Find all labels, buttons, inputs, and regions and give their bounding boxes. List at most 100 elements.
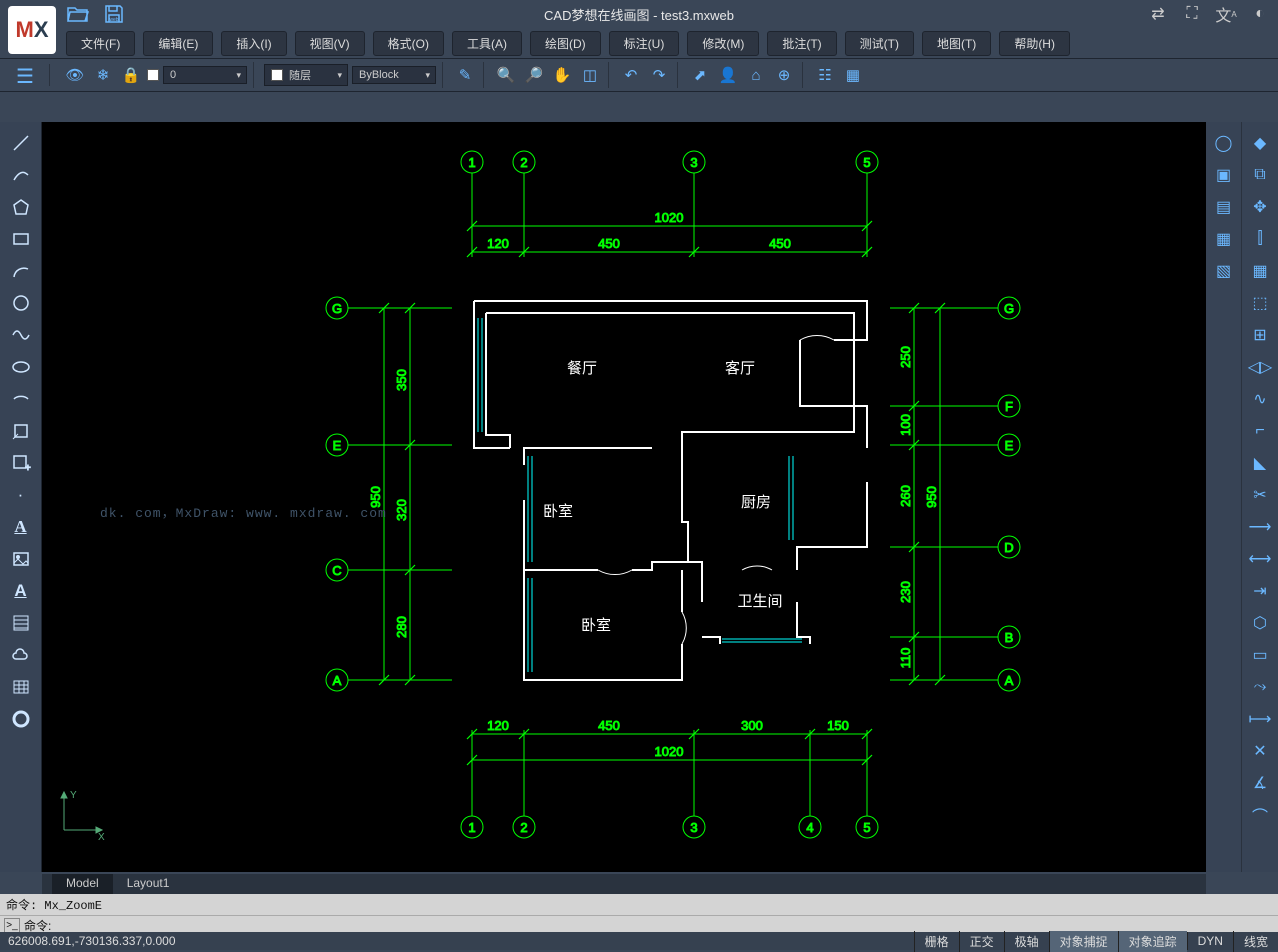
zoom-out-icon[interactable]: 🔎 xyxy=(522,63,546,87)
chamfer-icon[interactable]: ◣ xyxy=(1245,448,1275,478)
circle-icon[interactable] xyxy=(5,288,37,318)
svg-text:300: 300 xyxy=(741,718,763,733)
fullscreen-icon[interactable]: ⛶ xyxy=(1182,4,1202,24)
donut-icon[interactable] xyxy=(5,704,37,734)
layer-zero-select[interactable]: 0 xyxy=(163,66,247,84)
tab-layout1[interactable]: Layout1 xyxy=(113,874,184,894)
block-icon[interactable] xyxy=(5,416,37,446)
menu-edit[interactable]: 编辑(E) xyxy=(143,31,213,56)
menu-file[interactable]: 文件(F) xyxy=(66,31,135,56)
drawing-canvas[interactable]: dk. com，MxDraw: www. mxdraw. com YX 1 2 … xyxy=(42,122,1206,872)
move-icon[interactable]: ✥ xyxy=(1245,192,1275,222)
extend-icon[interactable]: ⟶ xyxy=(1245,512,1275,542)
copy-icon[interactable]: ⧉ xyxy=(1245,160,1275,190)
erase-icon[interactable]: ◆ xyxy=(1245,128,1275,158)
fillet-icon[interactable]: ⌐ xyxy=(1245,416,1275,446)
undo-icon[interactable]: ↶ xyxy=(619,63,643,87)
cloud-icon[interactable] xyxy=(5,640,37,670)
status-grid[interactable]: 栅格 xyxy=(914,931,959,952)
point-icon[interactable]: · xyxy=(5,480,37,510)
offset-icon[interactable]: ⫿ xyxy=(1245,224,1275,254)
menu-insert[interactable]: 插入(I) xyxy=(221,31,286,56)
status-lwt[interactable]: 线宽 xyxy=(1233,931,1278,952)
status-polar[interactable]: 极轴 xyxy=(1004,931,1049,952)
menu-view[interactable]: 视图(V) xyxy=(295,31,365,56)
circle2-icon[interactable]: ◯ xyxy=(1209,128,1239,158)
ellipse-icon[interactable] xyxy=(5,352,37,382)
status-dyn[interactable]: DYN xyxy=(1187,932,1233,950)
table-icon[interactable] xyxy=(5,672,37,702)
arc2-icon[interactable] xyxy=(5,256,37,286)
layers-icon[interactable]: ☰ xyxy=(16,64,42,90)
order1-icon[interactable]: ▦ xyxy=(1209,224,1239,254)
order2-icon[interactable]: ▧ xyxy=(1209,256,1239,286)
join-icon[interactable]: ⟼ xyxy=(1245,704,1275,734)
theme-icon[interactable]: ◐ xyxy=(1250,4,1270,24)
svg-text:餐厅: 餐厅 xyxy=(567,360,597,377)
spline-icon[interactable] xyxy=(5,320,37,350)
extents-icon[interactable]: ⬈ xyxy=(688,63,712,87)
cube-icon[interactable]: ⬡ xyxy=(1245,608,1275,638)
image-icon[interactable]: ▦ xyxy=(841,63,865,87)
lang-icon[interactable]: 文A xyxy=(1216,4,1236,24)
array-icon[interactable]: ▦ xyxy=(1245,256,1275,286)
align-icon[interactable]: ⌒ xyxy=(1245,800,1275,830)
database-icon[interactable]: ☷ xyxy=(813,63,837,87)
linetype-select[interactable]: ByBlock xyxy=(352,66,436,84)
status-osnap[interactable]: 对象捕捉 xyxy=(1049,931,1118,952)
swap-icon[interactable]: ⇄ xyxy=(1148,4,1168,24)
layer-color-swatch[interactable] xyxy=(147,69,159,81)
selwin-icon[interactable]: ⬚ xyxy=(1245,288,1275,318)
menu-annot[interactable]: 批注(T) xyxy=(767,31,836,56)
linear-dim-icon[interactable]: ⟷ xyxy=(1245,544,1275,574)
menu-tools[interactable]: 工具(A) xyxy=(452,31,522,56)
zoom-in-icon[interactable]: 🔍 xyxy=(494,63,518,87)
save-web-icon[interactable]: web xyxy=(102,2,126,26)
insert-icon[interactable]: + xyxy=(5,448,37,478)
angle-icon[interactable]: ◫ xyxy=(578,63,602,87)
menu-help[interactable]: 帮助(H) xyxy=(999,31,1070,56)
polygon-icon[interactable] xyxy=(5,192,37,222)
ellipse-arc-icon[interactable] xyxy=(5,384,37,414)
hatch-icon[interactable] xyxy=(5,608,37,638)
bring-front-icon[interactable]: ▣ xyxy=(1209,160,1239,190)
redo-icon[interactable]: ↷ xyxy=(647,63,671,87)
tab-model[interactable]: Model xyxy=(52,874,113,894)
trim-icon[interactable]: ✂ xyxy=(1245,480,1275,510)
grid-icon[interactable]: ⊞ xyxy=(1245,320,1275,350)
explode-icon[interactable]: ✕ xyxy=(1245,736,1275,766)
text-icon[interactable]: A xyxy=(5,512,37,542)
command-history: 命令: Mx_ZoomE xyxy=(0,894,1278,915)
freeze-icon[interactable]: ❄ xyxy=(91,63,115,87)
visibility-icon[interactable]: 👁 xyxy=(63,63,87,87)
svg-text:350: 350 xyxy=(394,369,409,391)
break-icon[interactable]: ⤳ xyxy=(1245,672,1275,702)
line-icon[interactable] xyxy=(5,128,37,158)
open-icon[interactable] xyxy=(66,2,90,26)
lock-icon[interactable]: 🔒 xyxy=(119,63,143,87)
image-insert-icon[interactable] xyxy=(5,544,37,574)
menu-format[interactable]: 格式(O) xyxy=(373,31,444,56)
menu-test[interactable]: 测试(T) xyxy=(845,31,914,56)
globe-icon[interactable]: ⊕ xyxy=(772,63,796,87)
mtext-icon[interactable]: A xyxy=(5,576,37,606)
layer-select[interactable]: 随层 xyxy=(264,64,348,86)
menu-dim[interactable]: 标注(U) xyxy=(609,31,680,56)
rectangle-icon[interactable] xyxy=(5,224,37,254)
status-ortho[interactable]: 正交 xyxy=(959,931,1004,952)
user-icon[interactable]: 👤 xyxy=(716,63,740,87)
pan-icon[interactable]: ✋ xyxy=(550,63,574,87)
home-icon[interactable]: ⌂ xyxy=(744,63,768,87)
status-otrack[interactable]: 对象追踪 xyxy=(1118,931,1187,952)
menu-map[interactable]: 地图(T) xyxy=(922,31,991,56)
pencil-icon[interactable]: ✎ xyxy=(453,63,477,87)
mirror-icon[interactable]: ◁▷ xyxy=(1245,352,1275,382)
send-back-icon[interactable]: ▤ xyxy=(1209,192,1239,222)
stretch-icon[interactable]: ⇥ xyxy=(1245,576,1275,606)
arc-icon[interactable] xyxy=(5,160,37,190)
menu-modify[interactable]: 修改(M) xyxy=(687,31,759,56)
menu-draw[interactable]: 绘图(D) xyxy=(530,31,601,56)
scale-icon[interactable]: ▭ xyxy=(1245,640,1275,670)
angle-dim-icon[interactable]: ∡ xyxy=(1245,768,1275,798)
rotate-icon[interactable]: ∿ xyxy=(1245,384,1275,414)
